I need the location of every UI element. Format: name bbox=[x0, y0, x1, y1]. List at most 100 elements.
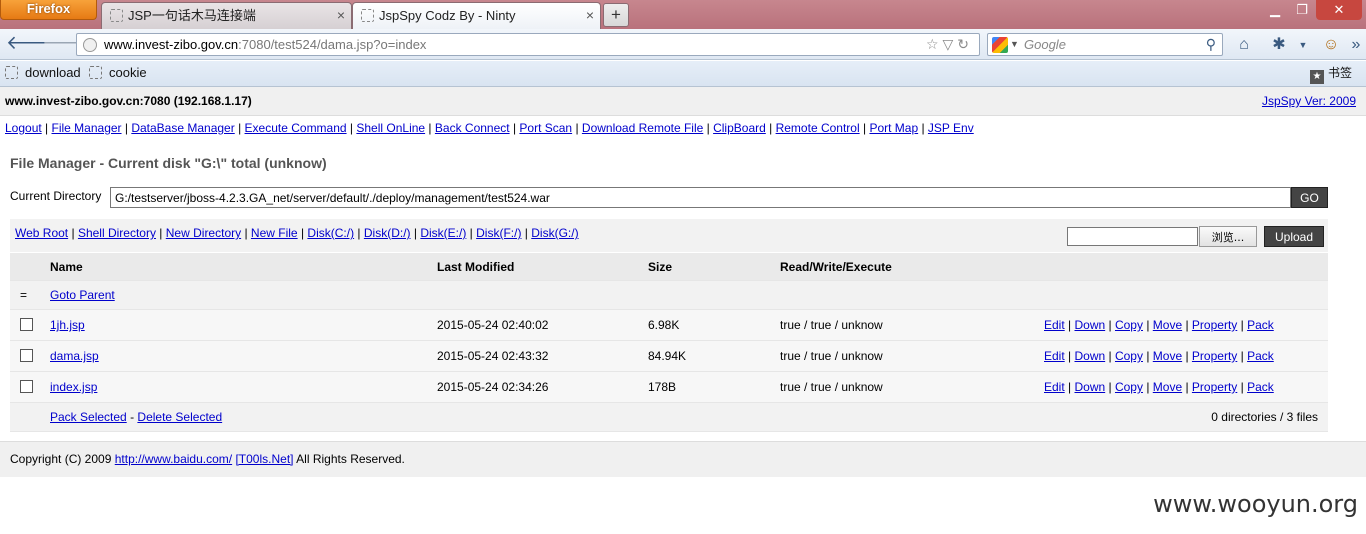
down-link[interactable]: Down bbox=[1074, 380, 1105, 394]
back-arrow-icon[interactable]: 🡐 bbox=[6, 34, 57, 56]
menu-execute-command[interactable]: Execute Command bbox=[245, 121, 347, 135]
browse-button[interactable]: 浏览... bbox=[1199, 226, 1257, 247]
move-link[interactable]: Move bbox=[1153, 318, 1182, 332]
overflow-chevron-icon[interactable]: » bbox=[1345, 34, 1366, 56]
copyright-bar: Copyright (C) 2009 http://www.baidu.com/… bbox=[0, 441, 1366, 477]
version-link[interactable]: JspSpy Ver: 2009 bbox=[1262, 87, 1356, 115]
addon-dropdown-icon[interactable]: ▼ bbox=[1292, 34, 1314, 56]
menu-back-connect[interactable]: Back Connect bbox=[435, 121, 510, 135]
disk-f-link[interactable]: Disk(F:/) bbox=[476, 226, 521, 240]
property-link[interactable]: Property bbox=[1192, 380, 1237, 394]
bookmark-page-icon bbox=[5, 66, 18, 79]
file-count: 0 directories / 3 files bbox=[1211, 410, 1318, 424]
restore-icon[interactable]: ❐ bbox=[1289, 0, 1315, 20]
page-icon bbox=[110, 9, 123, 22]
column-name: Name bbox=[50, 260, 83, 274]
upload-button[interactable]: Upload bbox=[1264, 226, 1324, 247]
edit-link[interactable]: Edit bbox=[1044, 318, 1065, 332]
bookmarks-star-icon: ★ bbox=[1309, 70, 1324, 84]
parent-row: = Goto Parent bbox=[10, 281, 1328, 310]
menu-jsp-env[interactable]: JSP Env bbox=[928, 121, 974, 135]
copy-link[interactable]: Copy bbox=[1115, 318, 1143, 332]
file-table: Name Last Modified Size Read/Write/Execu… bbox=[10, 253, 1328, 432]
new-file-link[interactable]: New File bbox=[251, 226, 298, 240]
tab-jsp-connector[interactable]: JSP一句话木马连接端 × bbox=[101, 2, 352, 29]
shell-directory-link[interactable]: Shell Directory bbox=[78, 226, 156, 240]
table-footer: Pack Selected - Delete Selected 0 direct… bbox=[10, 403, 1328, 432]
addon-face-icon[interactable]: ☺ bbox=[1320, 34, 1342, 56]
firefox-menu-button[interactable]: Firefox bbox=[0, 0, 97, 20]
move-link[interactable]: Move bbox=[1153, 349, 1182, 363]
menu-database-manager[interactable]: DataBase Manager bbox=[131, 121, 234, 135]
menu-file-manager[interactable]: File Manager bbox=[52, 121, 122, 135]
pack-link[interactable]: Pack bbox=[1247, 380, 1274, 394]
new-directory-link[interactable]: New Directory bbox=[166, 226, 241, 240]
file-size: 178B bbox=[648, 380, 677, 394]
disk-g-link[interactable]: Disk(G:/) bbox=[531, 226, 578, 240]
delete-selected-link[interactable]: Delete Selected bbox=[137, 410, 222, 424]
file-name-link[interactable]: 1jh.jsp bbox=[50, 310, 85, 340]
file-checkbox[interactable] bbox=[20, 380, 33, 393]
address-bar[interactable]: www.invest-zibo.gov.cn:7080/test524/dama… bbox=[76, 33, 980, 56]
menu-download-remote-file[interactable]: Download Remote File bbox=[582, 121, 703, 135]
bookmark-download[interactable]: download bbox=[5, 61, 81, 85]
window-titlebar: Firefox JSP一句话木马连接端 × JspSpy Codz By - N… bbox=[0, 0, 1366, 29]
menu-clipboard[interactable]: ClipBoard bbox=[713, 121, 766, 135]
file-name-link[interactable]: dama.jsp bbox=[50, 341, 99, 371]
search-placeholder: Google bbox=[1024, 37, 1066, 52]
down-link[interactable]: Down bbox=[1074, 318, 1105, 332]
edit-link[interactable]: Edit bbox=[1044, 349, 1065, 363]
property-link[interactable]: Property bbox=[1192, 318, 1237, 332]
file-checkbox[interactable] bbox=[20, 349, 33, 362]
menu-remote-control[interactable]: Remote Control bbox=[776, 121, 860, 135]
baidu-link[interactable]: http://www.baidu.com/ bbox=[115, 452, 232, 466]
addon-bug-icon[interactable]: ✱ bbox=[1268, 34, 1290, 56]
close-tab-icon[interactable]: × bbox=[337, 3, 345, 28]
file-actions: Edit | Down | Copy | Move | Property | P… bbox=[1044, 318, 1274, 332]
file-name-link[interactable]: index.jsp bbox=[50, 372, 97, 402]
t00ls-link[interactable]: [T00ls.Net] bbox=[235, 452, 293, 466]
forward-arrow-icon[interactable]: 🡒 bbox=[42, 34, 93, 56]
disk-c-link[interactable]: Disk(C:/) bbox=[307, 226, 354, 240]
pack-selected-link[interactable]: Pack Selected bbox=[50, 410, 127, 424]
copy-link[interactable]: Copy bbox=[1115, 349, 1143, 363]
disk-e-link[interactable]: Disk(E:/) bbox=[420, 226, 466, 240]
copyright-prefix: Copyright (C) 2009 bbox=[10, 452, 112, 466]
bookmark-star-icon[interactable]: ☆▽↻ bbox=[926, 34, 973, 55]
home-icon[interactable]: ⌂ bbox=[1233, 34, 1255, 56]
current-directory-input[interactable] bbox=[110, 187, 1291, 208]
pack-link[interactable]: Pack bbox=[1247, 318, 1274, 332]
edit-link[interactable]: Edit bbox=[1044, 380, 1065, 394]
copy-link[interactable]: Copy bbox=[1115, 380, 1143, 394]
bookmarks-menu[interactable]: ★ 书签 bbox=[1309, 61, 1352, 85]
goto-parent-link[interactable]: Goto Parent bbox=[50, 281, 115, 309]
close-window-icon[interactable]: ✕ bbox=[1316, 0, 1362, 20]
search-box[interactable]: ▼ Google ⚲ bbox=[987, 33, 1223, 56]
new-tab-button[interactable]: + bbox=[603, 3, 629, 27]
property-link[interactable]: Property bbox=[1192, 349, 1237, 363]
menu-port-map[interactable]: Port Map bbox=[869, 121, 918, 135]
file-permissions: true / true / unknow bbox=[780, 380, 883, 394]
tab-jspspy[interactable]: JspSpy Codz By - Ninty × bbox=[352, 2, 601, 29]
disk-d-link[interactable]: Disk(D:/) bbox=[364, 226, 411, 240]
close-tab-icon[interactable]: × bbox=[586, 3, 594, 28]
menu-logout[interactable]: Logout bbox=[5, 121, 42, 135]
bulk-separator: - bbox=[130, 410, 135, 424]
down-link[interactable]: Down bbox=[1074, 349, 1105, 363]
menu-shell-online[interactable]: Shell OnLine bbox=[356, 121, 425, 135]
file-checkbox[interactable] bbox=[20, 318, 33, 331]
google-engine-icon[interactable] bbox=[992, 37, 1008, 53]
pack-link[interactable]: Pack bbox=[1247, 349, 1274, 363]
address-url[interactable]: www.invest-zibo.gov.cn:7080/test524/dama… bbox=[104, 34, 426, 55]
web-root-link[interactable]: Web Root bbox=[15, 226, 68, 240]
site-identity-icon[interactable] bbox=[83, 38, 97, 52]
go-button[interactable]: GO bbox=[1291, 187, 1328, 208]
minimize-icon[interactable]: ▁ bbox=[1262, 0, 1288, 20]
move-link[interactable]: Move bbox=[1153, 380, 1182, 394]
upload-file-field[interactable] bbox=[1067, 227, 1198, 246]
column-read-write-execute: Read/Write/Execute bbox=[780, 260, 892, 274]
bookmark-cookie[interactable]: cookie bbox=[89, 61, 147, 85]
menu-port-scan[interactable]: Port Scan bbox=[519, 121, 572, 135]
search-icon[interactable]: ⚲ bbox=[1206, 34, 1216, 55]
engine-dropdown-icon[interactable]: ▼ bbox=[1010, 34, 1019, 55]
